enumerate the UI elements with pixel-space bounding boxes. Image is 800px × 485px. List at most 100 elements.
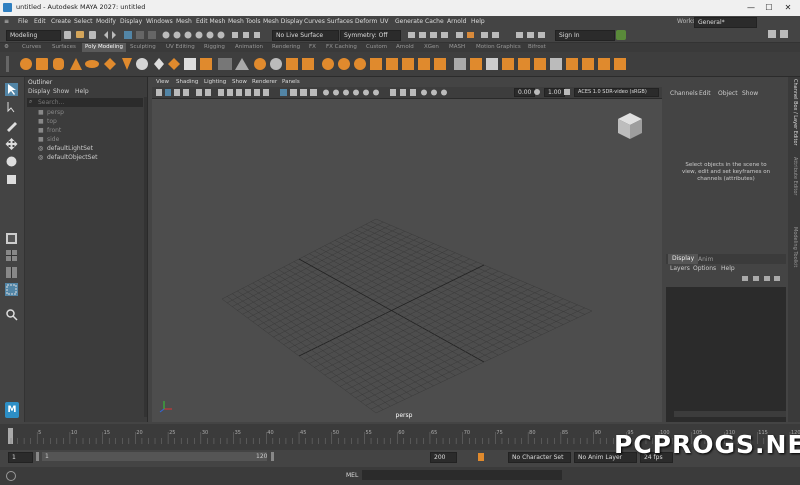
mel-input[interactable] [362,470,562,480]
channels-menu-channels[interactable]: Channels [670,90,698,97]
menu-arnold[interactable]: Arnold [447,18,466,25]
tab-sculpting[interactable]: Sculpting [130,44,156,50]
tab-anim-layers[interactable]: Anim [698,256,713,263]
move-tool-icon[interactable] [5,137,18,150]
rotate-tool-icon[interactable] [5,155,18,168]
new-layer-selected-icon[interactable] [774,276,780,281]
lasso-tool-icon[interactable] [5,101,18,114]
tab-fx[interactable]: FX [309,44,316,50]
outliner-menu-display[interactable]: Display [28,88,50,95]
auto-key-icon[interactable] [478,453,484,461]
outliner-scrollbar[interactable] [144,97,147,417]
layer-scrollbar[interactable] [674,411,786,417]
tab-display-layers[interactable]: Display [668,254,699,264]
layer-list[interactable] [666,287,786,422]
workspace-dropdown[interactable]: General* [694,17,757,28]
vp-menu-panels[interactable]: Panels [282,79,300,85]
scene-start-field[interactable]: 1 [8,452,33,463]
maximize-button[interactable]: ☐ [762,2,776,14]
menu-create[interactable]: Create [51,18,71,25]
menu-mesh-tools[interactable]: Mesh Tools [228,18,260,25]
tab-bifrost[interactable]: Bifrost [528,44,546,50]
menu-modify[interactable]: Modify [96,18,116,25]
tab-mash[interactable]: MASH [449,44,465,50]
tab-uv-editing[interactable]: UV Editing [166,44,195,50]
mode-dropdown[interactable]: Modeling [6,30,61,41]
vp-menu-renderer[interactable]: Renderer [252,79,277,85]
outliner-item-top[interactable]: ■ top [38,118,143,126]
channels-menu-show[interactable]: Show [742,90,758,97]
menu-curves[interactable]: Curves [304,18,325,25]
scale-tool-icon[interactable] [5,173,18,186]
menu-file[interactable]: File [18,18,28,25]
paint-select-icon[interactable] [5,119,18,132]
tab-motion-graphics[interactable]: Motion Graphics [476,44,521,50]
shelf-settings-icon[interactable]: ⚙ [4,44,9,50]
shelf-handle-icon[interactable] [6,56,9,72]
four-pane-icon[interactable] [5,249,18,262]
scene-end-field[interactable]: 200 [430,452,457,463]
range-slider[interactable]: 1 120 [42,452,267,461]
select-tool-icon[interactable] [5,83,18,96]
mel-label[interactable]: MEL [346,472,358,479]
app-home-icon[interactable] [616,30,626,40]
layers-menu-help[interactable]: Help [721,265,735,272]
outliner-item-persp[interactable]: ■ persp [38,109,143,117]
outliner-item-front[interactable]: ■ front [38,127,143,135]
move-layer-up-icon[interactable] [742,276,748,281]
menu-display[interactable]: Display [120,18,142,25]
tab-surfaces[interactable]: Surfaces [52,44,76,50]
menu-deform[interactable]: Deform [355,18,377,25]
menu-uv[interactable]: UV [380,18,389,25]
outliner-layout-icon[interactable] [5,283,18,296]
side-by-side-icon[interactable] [5,266,18,279]
layers-menu-options[interactable]: Options [693,265,716,272]
channels-menu-edit[interactable]: Edit [699,90,711,97]
side-tab-channel-box[interactable]: Channel Box / Layer Editor [790,79,798,159]
tab-fx-caching[interactable]: FX Caching [326,44,357,50]
side-tab-modeling-toolkit[interactable]: Modeling Toolkit [790,227,798,287]
range-handle-start[interactable] [36,452,39,461]
layers-menu-layers[interactable]: Layers [670,265,690,272]
vp-menu-show[interactable]: Show [232,79,247,85]
gamma-toggle-icon[interactable] [534,89,540,95]
vp-menu-shading[interactable]: Shading [176,79,198,85]
menu-surfaces[interactable]: Surfaces [327,18,353,25]
menu-cache[interactable]: Cache [425,18,444,25]
magnifier-icon[interactable] [5,308,18,321]
outliner-item-defaultobjectset[interactable]: ◎ defaultObjectSet [38,154,143,162]
menu-mesh-display[interactable]: Mesh Display [263,18,303,25]
viewport-canvas[interactable]: persp [152,99,662,422]
tab-xgen[interactable]: XGen [424,44,439,50]
menu-windows[interactable]: Windows [146,18,173,25]
outliner-menu-help[interactable]: Help [75,88,89,95]
single-pane-icon[interactable] [5,232,18,245]
tab-arnold[interactable]: Arnold [396,44,414,50]
tab-animation[interactable]: Animation [235,44,263,50]
tab-curves[interactable]: Curves [22,44,41,50]
close-button[interactable]: ✕ [781,2,795,14]
character-set-dropdown[interactable]: No Character Set [508,452,571,463]
outliner-search-field[interactable]: Search... ⌕ [27,98,143,107]
tab-rendering[interactable]: Rendering [272,44,300,50]
tab-custom[interactable]: Custom [366,44,387,50]
move-layer-down-icon[interactable] [753,276,759,281]
vp-menu-view[interactable]: View [156,79,169,85]
panel-icon-2[interactable] [780,30,788,38]
tab-rigging[interactable]: Rigging [204,44,225,50]
side-tab-attribute-editor[interactable]: Attribute Editor [790,157,798,217]
outliner-menu-show[interactable]: Show [53,88,69,95]
outliner-item-side[interactable]: ■ side [38,136,143,144]
menu-toggle-icon[interactable]: ≡ [4,18,9,25]
sign-in-button[interactable]: Sign In [555,30,615,41]
exposure-field[interactable]: 0.00 [514,88,535,97]
color-management-icon[interactable] [564,89,570,95]
tab-poly-modeling[interactable]: Poly Modeling [82,43,127,52]
menu-generate[interactable]: Generate [395,18,423,25]
gamma-field[interactable]: 1.00 [544,88,565,97]
panel-icon-1[interactable] [768,30,776,38]
menu-edit[interactable]: Edit [34,18,46,25]
symmetry-dropdown[interactable]: Symmetry: Off [340,30,401,41]
colorspace-dropdown[interactable]: ACES 1.0 SDR-video (sRGB) [574,88,659,97]
minimize-button[interactable]: — [744,2,758,14]
